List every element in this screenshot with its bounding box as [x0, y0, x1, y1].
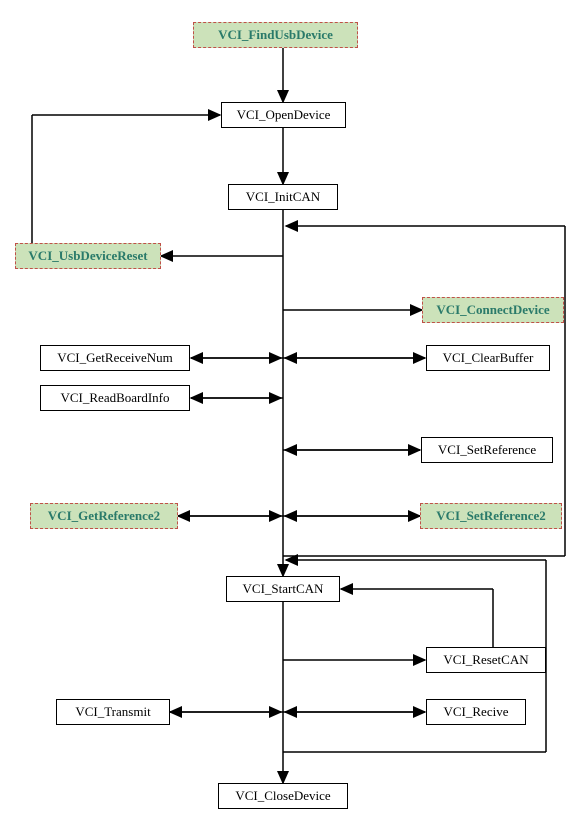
label: VCI_UsbDeviceReset — [28, 248, 147, 264]
node-get-reference2: VCI_GetReference2 — [30, 503, 178, 529]
node-find-usb-device: VCI_FindUsbDevice — [193, 22, 358, 48]
node-start-can: VCI_StartCAN — [226, 576, 340, 602]
node-get-receive-num: VCI_GetReceiveNum — [40, 345, 190, 371]
node-transmit: VCI_Transmit — [56, 699, 170, 725]
label: VCI_OpenDevice — [237, 107, 331, 123]
node-recive: VCI_Recive — [426, 699, 526, 725]
node-read-board-info: VCI_ReadBoardInfo — [40, 385, 190, 411]
node-clear-buffer: VCI_ClearBuffer — [426, 345, 550, 371]
label: VCI_FindUsbDevice — [218, 27, 333, 43]
node-set-reference2: VCI_SetReference2 — [420, 503, 562, 529]
label: VCI_ReadBoardInfo — [60, 390, 169, 406]
label: VCI_SetReference2 — [436, 508, 546, 524]
node-init-can: VCI_InitCAN — [228, 184, 338, 210]
label: VCI_StartCAN — [243, 581, 324, 597]
node-set-reference: VCI_SetReference — [421, 437, 553, 463]
node-connect-device: VCI_ConnectDevice — [422, 297, 564, 323]
label: VCI_CloseDevice — [235, 788, 330, 804]
label: VCI_GetReceiveNum — [57, 350, 173, 366]
label: VCI_Transmit — [75, 704, 150, 720]
label: VCI_ResetCAN — [443, 652, 528, 668]
label: VCI_ConnectDevice — [436, 302, 549, 318]
label: VCI_SetReference — [438, 442, 536, 458]
node-reset-can: VCI_ResetCAN — [426, 647, 546, 673]
label: VCI_InitCAN — [246, 189, 320, 205]
node-close-device: VCI_CloseDevice — [218, 783, 348, 809]
node-usb-device-reset: VCI_UsbDeviceReset — [15, 243, 161, 269]
label: VCI_Recive — [444, 704, 509, 720]
label: VCI_GetReference2 — [48, 508, 160, 524]
label: VCI_ClearBuffer — [443, 350, 534, 366]
node-open-device: VCI_OpenDevice — [221, 102, 346, 128]
